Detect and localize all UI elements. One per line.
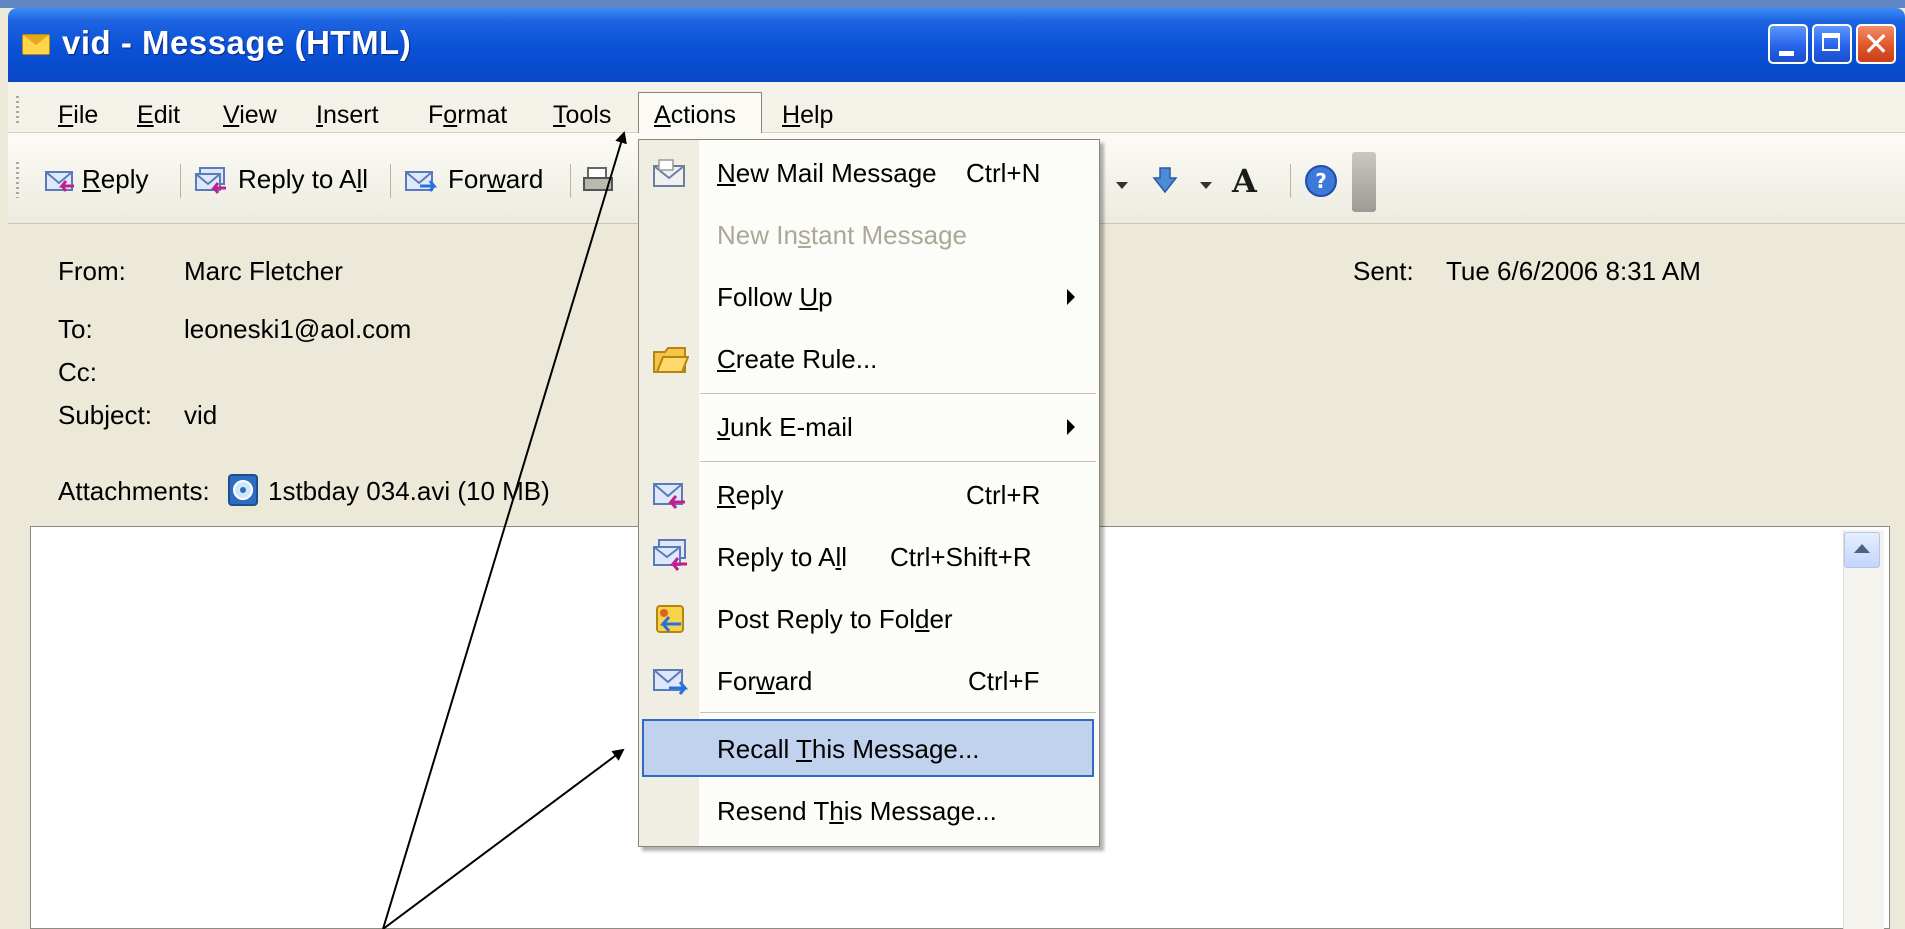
vertical-scrollbar[interactable]: [1843, 530, 1884, 929]
shortcut-ctrl-n: Ctrl+N: [966, 158, 1041, 188]
forward-button[interactable]: Forward: [448, 164, 543, 195]
toolbar-separator: [570, 164, 571, 198]
from-value[interactable]: Marc Fletcher: [184, 256, 343, 287]
help-icon[interactable]: ?: [1304, 164, 1338, 198]
create-rule-icon: [653, 347, 689, 373]
scroll-up-icon[interactable]: [1844, 532, 1880, 568]
video-file-icon: [228, 474, 258, 506]
toolbar-options-button[interactable]: [1352, 152, 1376, 212]
menu-format[interactable]: Format: [428, 101, 507, 130]
window-title: vid - Message (HTML): [62, 24, 412, 61]
reply-icon: [653, 483, 685, 509]
close-button[interactable]: ✕: [1856, 24, 1896, 64]
shortcut-ctrl-r: Ctrl+R: [966, 480, 1041, 510]
cc-label: Cc:: [58, 357, 97, 387]
sent-value: Tue 6/6/2006 8:31 AM: [1446, 256, 1701, 286]
print-icon[interactable]: [582, 164, 616, 196]
menu-actions[interactable]: Actions: [654, 101, 736, 130]
submenu-arrow-icon: [1067, 289, 1075, 305]
menu-post-reply-to-folder[interactable]: Post Reply to Folder: [717, 604, 953, 635]
toolbar-separator: [390, 164, 391, 198]
svg-text:?: ?: [1315, 169, 1327, 193]
forward-icon: [405, 171, 438, 192]
menu-bar: [8, 82, 1905, 133]
menu-separator: [700, 461, 1096, 462]
envelope-icon: [22, 34, 50, 55]
menu-view[interactable]: View: [223, 101, 277, 130]
menu-create-rule[interactable]: Create Rule...: [717, 344, 877, 375]
reply-icon: [45, 171, 74, 192]
menu-follow-up[interactable]: Follow Up: [717, 282, 833, 313]
sent-label: Sent:: [1353, 256, 1414, 286]
post-reply-icon: [656, 605, 684, 633]
shortcut-ctrl-f: Ctrl+F: [968, 666, 1040, 696]
menu-junk-email[interactable]: Junk E-mail: [717, 412, 853, 443]
font-size-icon[interactable]: A: [1232, 162, 1257, 200]
shortcut-ctrl-shift-r: Ctrl+Shift+R: [890, 542, 1032, 572]
close-icon: ✕: [1862, 25, 1890, 63]
submenu-arrow-icon: [1067, 419, 1075, 435]
new-mail-icon: [653, 159, 685, 187]
menu-recall-this-message[interactable]: Recall This Message...: [717, 734, 980, 765]
down-arrow-icon[interactable]: [1152, 166, 1178, 194]
menu-new-instant-message: New Instant Message: [717, 220, 968, 250]
attachments-label: Attachments:: [58, 476, 210, 506]
reply-all-icon: [195, 167, 226, 194]
menu-separator: [700, 712, 1096, 713]
menu-reply[interactable]: Reply: [717, 480, 783, 511]
maximize-button[interactable]: [1812, 24, 1852, 64]
toolbar-separator: [1290, 164, 1291, 198]
dropdown-arrow-icon[interactable]: [1200, 182, 1212, 189]
menubar-grip[interactable]: [16, 96, 20, 124]
from-label: From:: [58, 256, 126, 286]
menu-file[interactable]: File: [58, 101, 98, 130]
menu-help[interactable]: Help: [782, 101, 833, 130]
reply-all-button[interactable]: Reply to All: [238, 164, 368, 195]
toolbar-grip[interactable]: [16, 162, 20, 198]
menu-tools[interactable]: Tools: [553, 101, 611, 130]
to-value[interactable]: leoneski1@aol.com: [184, 314, 411, 345]
dropdown-arrow-icon[interactable]: [1116, 182, 1128, 189]
menu-forward[interactable]: Forward: [717, 666, 812, 697]
menu-new-mail-message[interactable]: New Mail Message: [717, 158, 937, 189]
reply-button[interactable]: Reply: [82, 164, 148, 195]
minimize-button[interactable]: [1768, 24, 1808, 64]
forward-icon: [653, 669, 689, 695]
subject-label: Subject:: [58, 400, 152, 430]
menu-resend-this-message[interactable]: Resend This Message...: [717, 796, 997, 827]
menu-insert[interactable]: Insert: [316, 101, 379, 130]
menu-reply-to-all[interactable]: Reply to All: [717, 542, 847, 573]
reply-all-icon: [653, 539, 687, 571]
toolbar-separator: [180, 164, 181, 198]
attachment-file[interactable]: 1stbday 034.avi (10 MB): [268, 476, 550, 507]
subject-value: vid: [184, 400, 218, 430]
to-label: To:: [58, 314, 93, 344]
menu-separator: [700, 393, 1096, 394]
menu-edit[interactable]: Edit: [137, 101, 180, 130]
desktop-background: [0, 0, 1905, 8]
